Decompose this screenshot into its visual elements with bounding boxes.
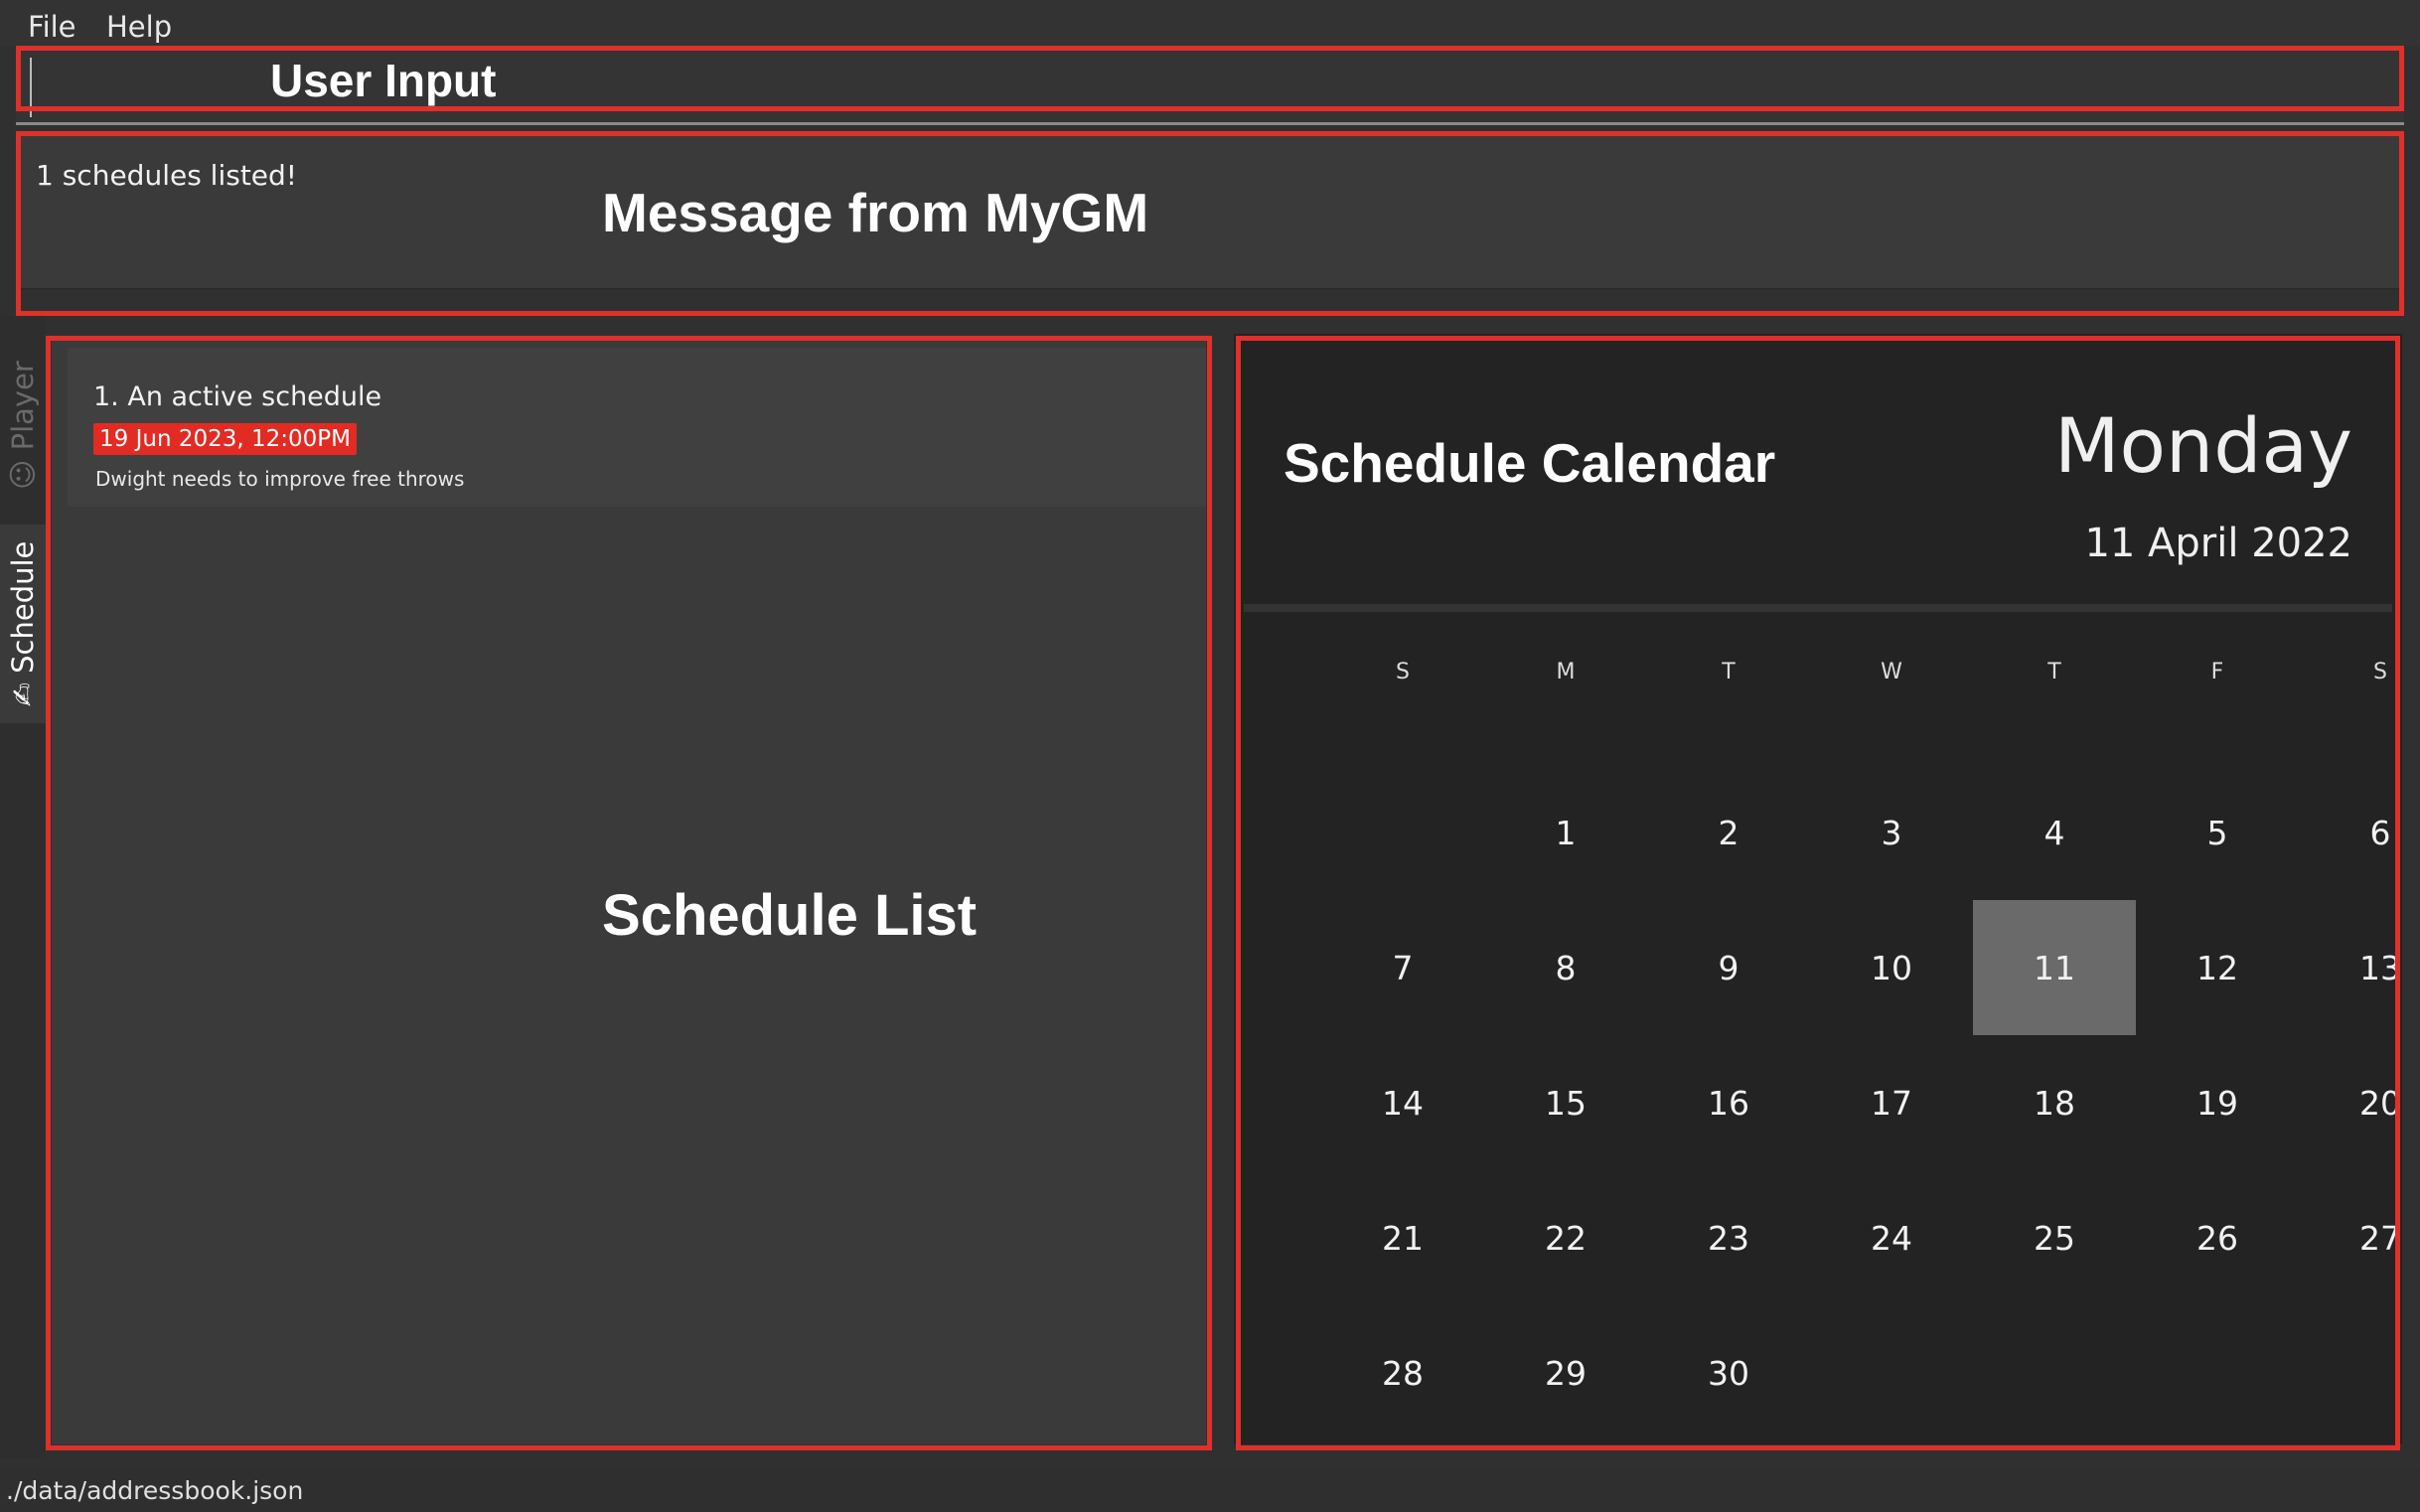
calendar-day[interactable]: 17 [1810, 1035, 1973, 1170]
menu-bar: File Help [0, 0, 2420, 46]
calendar-day[interactable]: 28 [1321, 1305, 1484, 1440]
menu-file[interactable]: File [28, 10, 76, 44]
calendar-day[interactable]: 2 [1647, 765, 1810, 900]
calendar-day-name: Monday [2053, 401, 2352, 490]
calendar-day[interactable]: 16 [1647, 1035, 1810, 1170]
calendar-day[interactable]: 21 [1321, 1170, 1484, 1305]
status-bar: ./data/addressbook.json [0, 1468, 2420, 1512]
tab-schedule-label: ✍ Schedule [6, 540, 40, 707]
result-message: 1 schedules listed! [36, 159, 298, 192]
calendar-weekday-header: S [1396, 660, 1410, 684]
menu-help[interactable]: Help [106, 10, 172, 44]
calendar-day[interactable]: 15 [1484, 1035, 1647, 1170]
schedule-date-badge: 19 Jun 2023, 12:00PM [93, 423, 357, 455]
calendar-day[interactable]: 8 [1484, 900, 1647, 1035]
schedule-title: 1. An active schedule [93, 381, 382, 412]
calendar-divider [1244, 604, 2392, 612]
tab-player[interactable]: ☺ Player [0, 356, 46, 495]
calendar-date: 11 April 2022 [2084, 521, 2352, 566]
result-display: 1 schedules listed! [16, 135, 2404, 290]
calendar-day[interactable]: 4 [1973, 765, 2136, 900]
calendar-day[interactable]: 26 [2136, 1170, 2299, 1305]
person-icon: ☺ [6, 450, 40, 490]
calendar-day[interactable]: 25 [1973, 1170, 2136, 1305]
annotation-label-schedule-calendar: Schedule Calendar [1284, 432, 1776, 494]
calendar-weekday-header: F [2210, 660, 2224, 684]
calendar-day[interactable]: 19 [2136, 1035, 2299, 1170]
calendar-weekday-header: S [2373, 660, 2387, 684]
calendar-day-selected[interactable]: 11 [1973, 900, 2136, 1035]
calendar-day[interactable]: 29 [1484, 1305, 1647, 1440]
calendar-day[interactable]: 14 [1321, 1035, 1484, 1170]
calendar-day[interactable]: 7 [1321, 900, 1484, 1035]
annotation-label-user-input: User Input [270, 55, 497, 106]
calendar-day[interactable]: 10 [1810, 900, 1973, 1035]
calendar-day[interactable]: 9 [1647, 900, 1810, 1035]
calendar-day[interactable]: 22 [1484, 1170, 1647, 1305]
schedule-description: Dwight needs to improve free throws [95, 467, 465, 491]
calendar-day[interactable]: 5 [2136, 765, 2299, 900]
schedule-card[interactable]: 1. An active schedule 19 Jun 2023, 12:00… [68, 348, 1206, 507]
status-path: ./data/addressbook.json [6, 1476, 304, 1505]
calendar-weekday-header: W [1881, 660, 1902, 684]
calendar-weekday-header: T [1722, 660, 1736, 684]
calendar-day[interactable]: 12 [2136, 900, 2299, 1035]
calendar-weekday-header: T [2047, 660, 2061, 684]
schedule-calendar: Monday 11 April 2022 S M T W T F S 1 2 3 4 5 6 7 8 9 10 1… [1234, 334, 2402, 1444]
calendar-weekday-header: M [1556, 660, 1576, 684]
side-tab-bar: ☺ Player ✍ Schedule [0, 316, 46, 1458]
calendar-day[interactable]: 6 [2299, 765, 2420, 900]
annotation-label-message: Message from MyGM [602, 182, 1149, 243]
calendar-day[interactable]: 23 [1647, 1170, 1810, 1305]
calendar-day[interactable]: 24 [1810, 1170, 1973, 1305]
annotation-label-schedule-list: Schedule List [602, 883, 978, 948]
schedule-icon: ✍ [6, 673, 40, 707]
tab-schedule[interactable]: ✍ Schedule [0, 525, 46, 723]
calendar-day[interactable]: 27 [2299, 1170, 2420, 1305]
calendar-day[interactable]: 1 [1484, 765, 1647, 900]
calendar-day[interactable]: 30 [1647, 1305, 1810, 1440]
calendar-day[interactable]: 3 [1810, 765, 1973, 900]
tab-player-label: ☺ Player [6, 361, 40, 490]
calendar-day[interactable]: 20 [2299, 1035, 2420, 1170]
calendar-day[interactable]: 18 [1973, 1035, 2136, 1170]
calendar-day[interactable]: 13 [2299, 900, 2420, 1035]
